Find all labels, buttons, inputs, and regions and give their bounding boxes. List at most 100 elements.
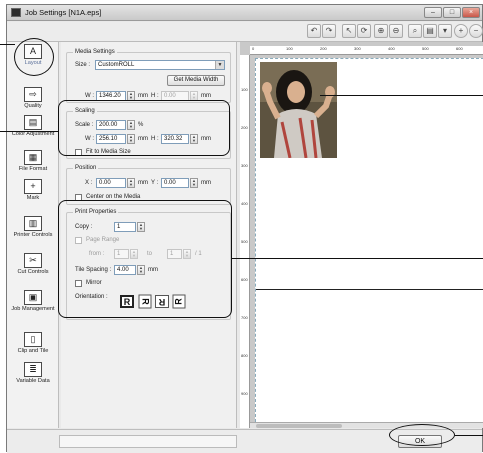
ruler-tick: 400 (388, 46, 395, 51)
sidebar-item-job-management[interactable]: ▣ Job Management (7, 290, 59, 313)
job-management-icon: ▣ (24, 290, 42, 305)
sidebar-item-quality[interactable]: ⇨ Quality (7, 87, 59, 110)
clip-tile-icon: ▯ (24, 332, 42, 347)
tile-boundary-line (256, 289, 483, 290)
print-setup-icon[interactable]: ▤ (423, 24, 437, 38)
media-size-value: CustomROLL (98, 62, 135, 68)
status-field (59, 435, 237, 448)
portrait-image (260, 62, 337, 158)
ruler-tick: 500 (241, 239, 248, 244)
color-adjustment-icon: ▤ (24, 115, 42, 130)
media-size-select[interactable]: CustomROLL ▼ (95, 60, 225, 70)
horizontal-ruler: 0 100 200 300 400 500 600 (250, 46, 483, 55)
print-properties-callout (58, 200, 232, 318)
ruler-tick: 100 (241, 87, 248, 92)
settings-sidebar: A Layout ⇨ Quality ▤ Color Adjustment ▦ … (7, 42, 59, 428)
sidebar-item-printer-controls[interactable]: ▥ Printer Controls (7, 216, 59, 239)
rotate-icon[interactable]: ⟳ (357, 24, 371, 38)
variable-data-icon: ≣ (24, 362, 42, 377)
ruler-tick: 200 (241, 125, 248, 130)
callout-leader-line (0, 131, 59, 132)
group-title: Position (73, 165, 99, 171)
callout-leader-line (231, 258, 483, 259)
scrollbar-thumb[interactable] (256, 424, 342, 428)
ok-callout (389, 424, 455, 446)
unit-label: mm (201, 93, 211, 99)
sidebar-item-label: Quality (24, 103, 42, 109)
redo-icon[interactable]: ↷ (322, 24, 336, 38)
ruler-tick: 300 (241, 163, 248, 168)
app-icon (11, 8, 21, 17)
position-y-stepper[interactable]: ▲ ▼ (190, 178, 198, 188)
ruler-tick: 600 (241, 277, 248, 282)
get-media-width-button[interactable]: Get Media Width (167, 75, 225, 86)
layout-callout (14, 38, 54, 76)
zoom-minus-icon[interactable]: − (469, 24, 483, 38)
layout-options-icon[interactable]: ▾ (438, 24, 452, 38)
position-x-stepper[interactable]: ▲ ▼ (127, 178, 135, 188)
preview-toolbar: ↶ ↷ ↖ ⟳ ⊕ ⊖ ⌕ ▤ ▾ + − (7, 22, 483, 42)
media-h-label: H : (151, 93, 159, 99)
sidebar-item-label: Variable Data (16, 378, 50, 384)
sidebar-item-clip-and-tile[interactable]: ▯ Clip and Tile (7, 332, 59, 355)
size-label: Size : (75, 62, 91, 68)
mark-icon: + (24, 179, 42, 194)
sidebar-item-file-format[interactable]: ▦ File Format (7, 150, 59, 173)
cut-controls-icon: ✂ (24, 253, 42, 268)
sidebar-item-cut-controls[interactable]: ✂ Cut Controls (7, 253, 59, 276)
sidebar-item-label: Cut Controls (17, 269, 49, 275)
sidebar-item-label: Job Management (11, 306, 55, 312)
ruler-tick: 500 (422, 46, 429, 51)
unit-label: mm (201, 180, 211, 186)
group-title: Media Settings (73, 49, 117, 55)
sidebar-item-label: Printer Controls (13, 232, 53, 238)
media-w-label: W : (85, 93, 94, 99)
maximize-button[interactable]: □ (443, 7, 461, 18)
image-thumbnail[interactable] (260, 62, 337, 158)
zoom-plus-icon[interactable]: + (454, 24, 468, 38)
ruler-tick: 200 (320, 46, 327, 51)
arrow-pointer-icon[interactable]: ↖ (342, 24, 356, 38)
position-y-label: Y : (151, 180, 159, 186)
file-format-icon: ▦ (24, 150, 42, 165)
position-y-field[interactable]: 0.00 (161, 178, 189, 188)
ruler-tick: 300 (354, 46, 361, 51)
sidebar-item-label: Clip and Tile (17, 348, 49, 354)
ruler-tick: 400 (241, 201, 248, 206)
ruler-tick: 600 (456, 46, 463, 51)
print-preview[interactable]: 0 100 200 300 400 500 600 100 200 300 40… (240, 42, 483, 428)
sidebar-item-variable-data[interactable]: ≣ Variable Data (7, 362, 59, 385)
vertical-ruler: 100 200 300 400 500 600 700 800 900 (240, 55, 250, 428)
callout-leader-line (455, 435, 483, 436)
undo-icon[interactable]: ↶ (307, 24, 321, 38)
position-x-label: X : (85, 180, 93, 186)
zoom-out-icon[interactable]: ⊖ (389, 24, 403, 38)
media-sheet (255, 58, 483, 422)
window-title: Job Settings [N1A.eps] (25, 8, 102, 17)
fit-page-icon[interactable]: ⌕ (408, 24, 422, 38)
ruler-tick: 800 (241, 353, 248, 358)
sidebar-item-color-adjustment[interactable]: ▤ Color Adjustment (7, 115, 59, 138)
minimize-button[interactable]: – (424, 7, 442, 18)
callout-leader-line (320, 95, 483, 96)
unit-label: mm (138, 180, 148, 186)
horizontal-scrollbar[interactable] (250, 422, 483, 428)
quality-icon: ⇨ (24, 87, 42, 102)
printer-controls-icon: ▥ (24, 216, 42, 231)
ruler-tick: 0 (252, 46, 255, 51)
ruler-tick: 100 (286, 46, 293, 51)
title-bar: Job Settings [N1A.eps] – □ × (7, 5, 482, 21)
callout-leader-line (0, 44, 15, 45)
close-button[interactable]: × (462, 7, 480, 18)
chevron-down-icon: ▼ (215, 61, 224, 69)
media-settings-group: Media Settings Size : CustomROLL ▼ Get M… (66, 49, 231, 103)
sidebar-item-label: Mark (26, 195, 40, 201)
zoom-in-icon[interactable]: ⊕ (374, 24, 388, 38)
unit-label: mm (138, 93, 148, 99)
sidebar-item-mark[interactable]: + Mark (7, 179, 59, 202)
ruler-tick: 700 (241, 315, 248, 320)
ruler-tick: 900 (241, 391, 248, 396)
sidebar-item-label: File Format (18, 166, 48, 172)
position-x-field[interactable]: 0.00 (96, 178, 126, 188)
scaling-callout (58, 100, 230, 156)
